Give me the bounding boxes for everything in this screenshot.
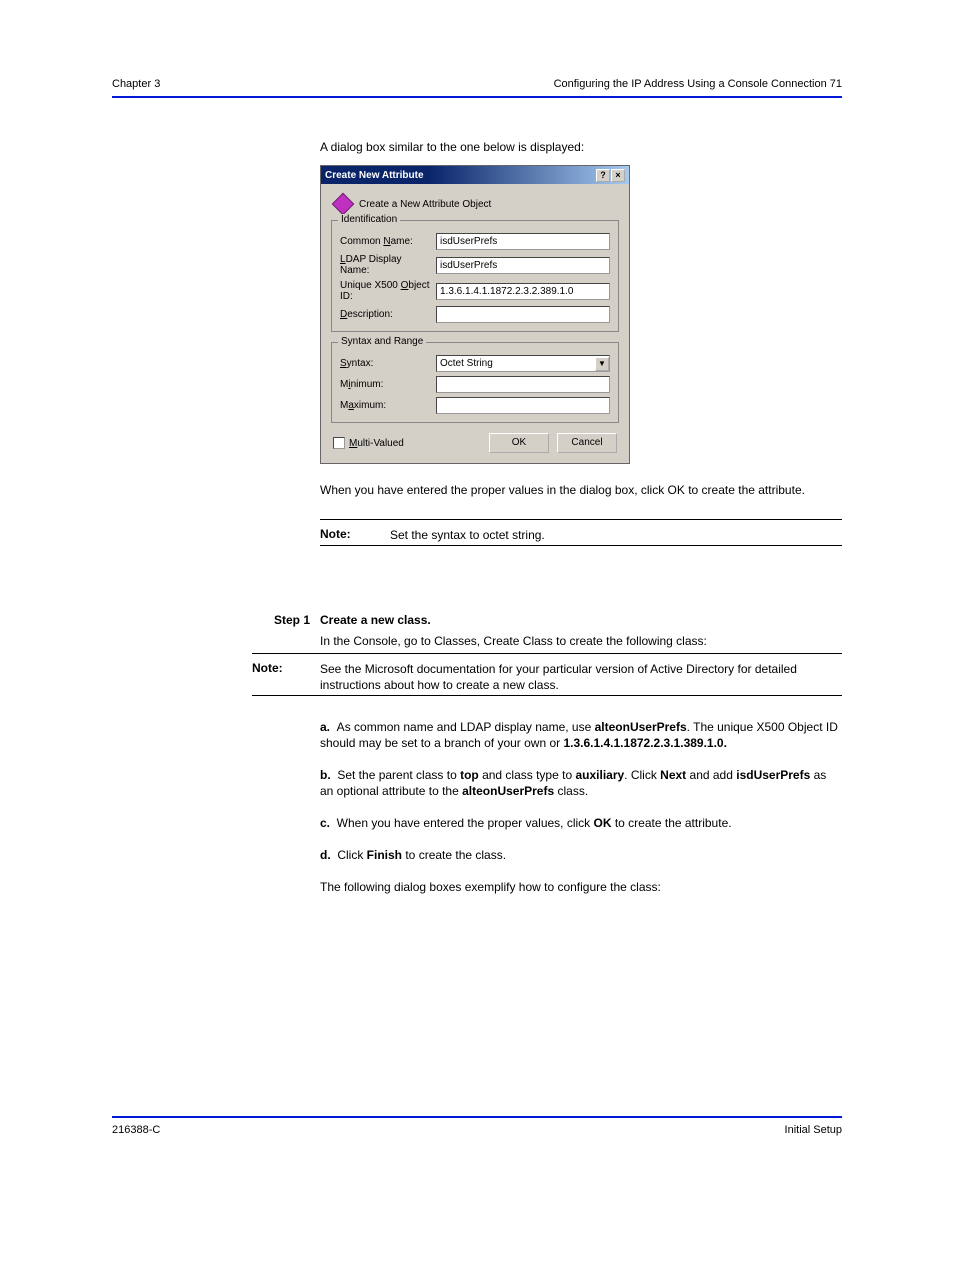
identification-legend: Identification [338, 214, 400, 225]
maximum-input[interactable] [436, 397, 610, 414]
close-icon[interactable]: × [611, 169, 625, 182]
note-text: Set the syntax to octet string. [390, 527, 842, 543]
footer-left: 216388-C [112, 1124, 160, 1136]
oid-input[interactable]: 1.3.6.1.4.1.1872.2.3.2.389.1.0 [436, 283, 610, 300]
note-text: See the Microsoft documentation for your… [320, 661, 842, 693]
dialog-subheading: Create a New Attribute Object [359, 199, 491, 210]
divider [252, 653, 842, 654]
note-label: Note: [320, 527, 351, 541]
dialog-title: Create New Attribute [325, 170, 424, 181]
checkbox-icon[interactable] [333, 437, 345, 449]
step-heading: Create a new class. [320, 613, 842, 627]
step-body: In the Console, go to Classes, Create Cl… [320, 633, 842, 649]
page-header: Chapter 3 Configuring the IP Address Usi… [112, 78, 842, 98]
oid-label: Unique X500 Object ID: [340, 280, 432, 302]
lettered-item-c: c. When you have entered the proper valu… [320, 815, 842, 831]
page-footer: 216388-C Initial Setup [112, 1116, 842, 1136]
after-dialog-text: When you have entered the proper values … [320, 482, 842, 498]
diamond-icon [332, 193, 355, 216]
common-name-input[interactable]: isdUserPrefs [436, 233, 610, 250]
closing-text: The following dialog boxes exemplify how… [320, 879, 842, 895]
help-icon[interactable]: ? [596, 169, 610, 182]
step-number: Step 1 [252, 613, 310, 627]
intro-text: A dialog box similar to the one below is… [320, 140, 842, 156]
syntax-select[interactable]: Octet String ▼ [436, 355, 610, 372]
maximum-label: Maximum: [340, 400, 432, 411]
header-title: Configuring the IP Address Using a Conso… [554, 78, 842, 90]
syntax-range-group: Syntax and Range Syntax: Octet String ▼ … [331, 342, 619, 423]
lettered-item-a: a. As common name and LDAP display name,… [320, 719, 842, 751]
header-chapter: Chapter 3 [112, 78, 160, 90]
minimum-label: Minimum: [340, 379, 432, 390]
lettered-item-b: b. Set the parent class to top and class… [320, 767, 842, 799]
footer-right: Initial Setup [785, 1124, 842, 1136]
syntax-label: Syntax: [340, 358, 432, 369]
ldap-name-label: LDAP Display Name: [340, 254, 432, 276]
multi-valued-checkbox[interactable]: Multi-Valued [333, 437, 404, 449]
dialog-titlebar: Create New Attribute ? × [321, 166, 629, 184]
syntax-range-legend: Syntax and Range [338, 336, 426, 347]
divider [252, 695, 842, 696]
lettered-item-d: d. Click Finish to create the class. [320, 847, 842, 863]
ok-button[interactable]: OK [489, 433, 549, 453]
identification-group: Identification Common Name: isdUserPrefs… [331, 220, 619, 332]
multi-valued-label: Multi-Valued [349, 438, 404, 449]
divider [320, 519, 842, 520]
common-name-label: Common Name: [340, 236, 432, 247]
divider [320, 545, 842, 546]
description-input[interactable] [436, 306, 610, 323]
create-attribute-dialog: Create New Attribute ? × Create a New At… [320, 165, 630, 464]
description-label: Description: [340, 309, 432, 320]
minimum-input[interactable] [436, 376, 610, 393]
cancel-button[interactable]: Cancel [557, 433, 617, 453]
syntax-value: Octet String [440, 358, 493, 369]
note-label: Note: [252, 661, 283, 675]
ldap-name-input[interactable]: isdUserPrefs [436, 257, 610, 274]
chevron-down-icon[interactable]: ▼ [595, 357, 609, 371]
